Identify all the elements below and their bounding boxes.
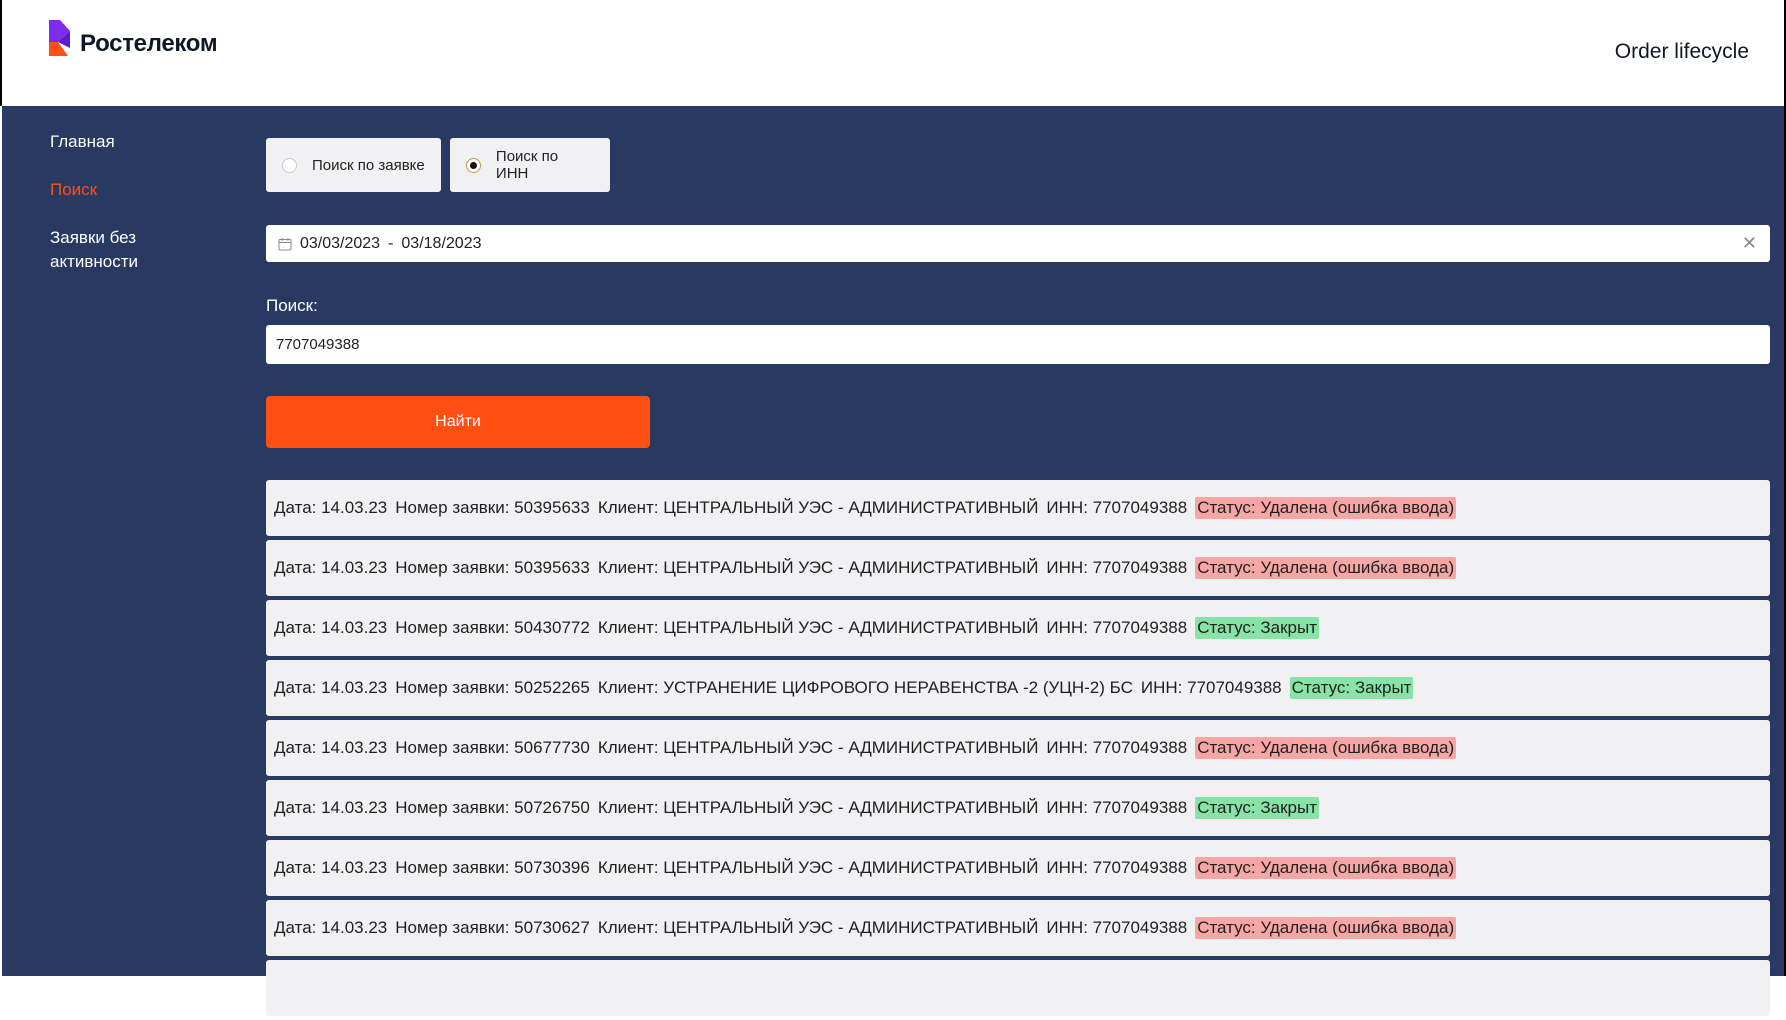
search-by-inn-label: Поиск по ИНН xyxy=(495,148,559,182)
status-badge: Статус: Удалена (ошибка ввода) xyxy=(1195,917,1457,939)
app-header: Ростелеком Order lifecycle xyxy=(0,0,1786,106)
result-inn: ИНН: 7707049388 xyxy=(1046,558,1188,577)
result-inn: ИНН: 7707049388 xyxy=(1140,678,1282,697)
result-order-number: Номер заявки: 50730396 xyxy=(395,858,590,877)
result-inn: ИНН: 7707049388 xyxy=(1046,858,1188,877)
sidebar-item-home[interactable]: Главная xyxy=(50,130,220,154)
search-by-inn-option[interactable]: Поиск по ИНН xyxy=(450,138,610,192)
result-row[interactable]: Дата: 14.03.23 Номер заявки: 50730627 Кл… xyxy=(266,900,1770,956)
result-row[interactable]: Дата: 14.03.23 Номер заявки: 50395633 Кл… xyxy=(266,540,1770,596)
result-order-number: Номер заявки: 50395633 xyxy=(395,498,590,517)
date-end[interactable]: 03/18/2023 xyxy=(401,235,481,253)
radio-unchecked-icon[interactable] xyxy=(282,157,297,173)
date-separator: - xyxy=(388,234,394,252)
search-label: Поиск: xyxy=(266,296,318,315)
sidebar: Главная Поиск Заявки без активности xyxy=(50,130,220,298)
date-range-picker[interactable]: 03/03/2023 - 03/18/2023 ✕ xyxy=(266,225,1770,262)
result-inn: ИНН: 7707049388 xyxy=(1046,618,1188,637)
status-badge: Статус: Закрыт xyxy=(1289,677,1414,699)
clear-date-icon[interactable]: ✕ xyxy=(1742,233,1757,254)
result-date: Дата: 14.03.23 xyxy=(274,498,388,517)
result-date: Дата: 14.03.23 xyxy=(274,858,388,877)
result-inn: ИНН: 7707049388 xyxy=(1046,498,1188,517)
result-date: Дата: 14.03.23 xyxy=(274,678,388,697)
status-badge: Статус: Закрыт xyxy=(1195,617,1319,639)
result-order-number: Номер заявки: 50430772 xyxy=(395,618,590,637)
result-date: Дата: 14.03.23 xyxy=(274,798,388,817)
result-row[interactable]: Дата: 14.03.23 Номер заявки: 50252265 Кл… xyxy=(266,660,1770,716)
search-panel: Поиск по заявке Поиск по ИНН 03/03/2023 … xyxy=(266,138,1770,1020)
status-badge: Статус: Удалена (ошибка ввода) xyxy=(1195,737,1457,759)
result-order-number: Номер заявки: 50677730 xyxy=(395,738,590,757)
status-badge: Статус: Удалена (ошибка ввода) xyxy=(1195,497,1457,519)
sidebar-item-inactive-orders[interactable]: Заявки без активности xyxy=(50,226,160,274)
status-badge: Статус: Удалена (ошибка ввода) xyxy=(1195,857,1457,879)
result-order-number: Номер заявки: 50252265 xyxy=(395,678,590,697)
search-mode-group: Поиск по заявке Поиск по ИНН xyxy=(266,138,1770,192)
logo-mark-icon xyxy=(49,20,70,56)
result-client: Клиент: УСТРАНЕНИЕ ЦИФРОВОГО НЕРАВЕНСТВА… xyxy=(597,678,1133,697)
result-date: Дата: 14.03.23 xyxy=(274,918,388,937)
search-input[interactable] xyxy=(266,325,1770,364)
result-client: Клиент: ЦЕНТРАЛЬНЫЙ УЭС - АДМИНИСТРАТИВН… xyxy=(597,498,1039,517)
result-inn: ИНН: 7707049388 xyxy=(1046,918,1188,937)
result-client: Клиент: ЦЕНТРАЛЬНЫЙ УЭС - АДМИНИСТРАТИВН… xyxy=(597,918,1039,937)
result-row[interactable]: Дата: 14.03.23 Номер заявки: 50726750 Кл… xyxy=(266,780,1770,836)
result-order-number: Номер заявки: 50730627 xyxy=(395,918,590,937)
radio-checked-icon[interactable] xyxy=(466,157,481,173)
calendar-icon xyxy=(278,237,292,250)
result-inn: ИНН: 7707049388 xyxy=(1046,798,1188,817)
logo-text: Ростелеком xyxy=(80,30,218,57)
result-date: Дата: 14.03.23 xyxy=(274,738,388,757)
result-row[interactable]: Дата: 14.03.23 Номер заявки: 50677730 Кл… xyxy=(266,720,1770,776)
results-list: Дата: 14.03.23 Номер заявки: 50395633 Кл… xyxy=(266,480,1770,1016)
status-badge: Статус: Удалена (ошибка ввода) xyxy=(1195,557,1457,579)
result-inn: ИНН: 7707049388 xyxy=(1046,738,1188,757)
result-client: Клиент: ЦЕНТРАЛЬНЫЙ УЭС - АДМИНИСТРАТИВН… xyxy=(597,798,1039,817)
result-date: Дата: 14.03.23 xyxy=(274,558,388,577)
result-row-partial[interactable] xyxy=(266,960,1770,1016)
result-date: Дата: 14.03.23 xyxy=(274,618,388,637)
date-start[interactable]: 03/03/2023 xyxy=(300,235,380,253)
main-area: Главная Поиск Заявки без активности Поис… xyxy=(2,106,1786,1016)
page-title: Order lifecycle xyxy=(1614,40,1749,63)
result-order-number: Номер заявки: 50395633 xyxy=(395,558,590,577)
search-by-order-option[interactable]: Поиск по заявке xyxy=(266,138,441,192)
result-order-number: Номер заявки: 50726750 xyxy=(395,798,590,817)
status-badge: Статус: Закрыт xyxy=(1195,797,1319,819)
result-client: Клиент: ЦЕНТРАЛЬНЫЙ УЭС - АДМИНИСТРАТИВН… xyxy=(597,618,1039,637)
result-client: Клиент: ЦЕНТРАЛЬНЫЙ УЭС - АДМИНИСТРАТИВН… xyxy=(597,558,1039,577)
find-button[interactable]: Найти xyxy=(266,396,650,448)
result-row[interactable]: Дата: 14.03.23 Номер заявки: 50730396 Кл… xyxy=(266,840,1770,896)
result-row[interactable]: Дата: 14.03.23 Номер заявки: 50430772 Кл… xyxy=(266,600,1770,656)
search-by-order-label: Поиск по заявке xyxy=(312,156,425,174)
rostelecom-logo[interactable]: Ростелеком xyxy=(46,18,218,58)
sidebar-item-search[interactable]: Поиск xyxy=(50,178,220,202)
result-row[interactable]: Дата: 14.03.23 Номер заявки: 50395633 Кл… xyxy=(266,480,1770,536)
result-client: Клиент: ЦЕНТРАЛЬНЫЙ УЭС - АДМИНИСТРАТИВН… xyxy=(597,738,1039,757)
result-client: Клиент: ЦЕНТРАЛЬНЫЙ УЭС - АДМИНИСТРАТИВН… xyxy=(597,858,1039,877)
